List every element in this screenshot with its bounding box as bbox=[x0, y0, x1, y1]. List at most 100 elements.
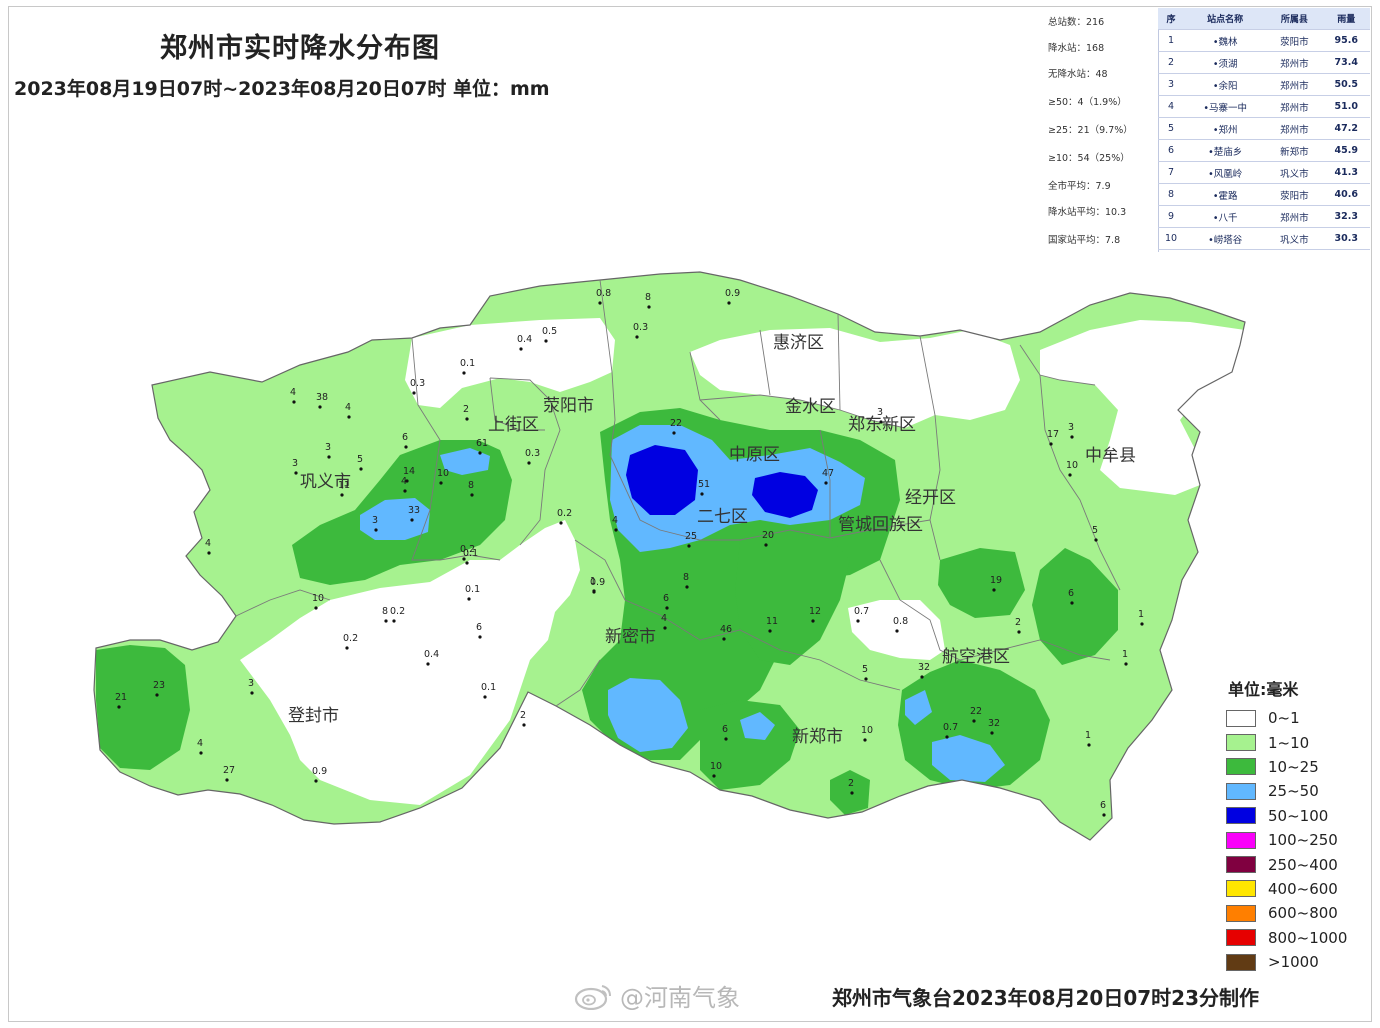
legend-item: 800~1000 bbox=[1222, 926, 1372, 950]
station-value: 0.7 bbox=[854, 606, 869, 617]
district-erqi: 二七区 bbox=[697, 507, 748, 527]
station-dot bbox=[412, 391, 416, 395]
station-dot bbox=[462, 371, 466, 375]
station-dot bbox=[462, 557, 466, 561]
station-dot bbox=[920, 675, 924, 679]
station-dot bbox=[712, 774, 716, 778]
station-value: 0.3 bbox=[525, 448, 540, 459]
station-value: 6 bbox=[663, 593, 669, 604]
station-dot bbox=[374, 528, 378, 532]
station-value: 0.1 bbox=[460, 358, 475, 369]
station-dot bbox=[1070, 435, 1074, 439]
station-value: 0.7 bbox=[943, 722, 958, 733]
station-dot bbox=[850, 791, 854, 795]
station-dot bbox=[972, 719, 976, 723]
station-value: 20 bbox=[762, 530, 774, 541]
station-value: 4 bbox=[290, 387, 296, 398]
district-zhongmou: 中牟县 bbox=[1085, 446, 1136, 466]
station-dot bbox=[990, 731, 994, 735]
station-dot bbox=[314, 606, 318, 610]
station-dot bbox=[663, 626, 667, 630]
station-value: 47 bbox=[822, 468, 834, 479]
station-value: 0.9 bbox=[725, 288, 740, 299]
station-value: 3 bbox=[248, 678, 254, 689]
station-dot bbox=[768, 629, 772, 633]
station-dot bbox=[478, 451, 482, 455]
station-value: 8 bbox=[468, 480, 474, 491]
legend-swatch bbox=[1226, 953, 1256, 971]
station-dot bbox=[863, 738, 867, 742]
station-dot bbox=[404, 445, 408, 449]
station-dot bbox=[384, 619, 388, 623]
station-dot bbox=[700, 492, 704, 496]
station-dot bbox=[225, 778, 229, 782]
station-dot bbox=[647, 305, 651, 309]
station-value: 0.4 bbox=[424, 649, 439, 660]
station-dot bbox=[403, 489, 407, 493]
station-value: 11 bbox=[338, 480, 350, 491]
station-dot bbox=[199, 751, 203, 755]
station-value: 4 bbox=[661, 613, 667, 624]
legend-swatch bbox=[1226, 782, 1256, 800]
station-dot bbox=[405, 479, 409, 483]
station-value: 25 bbox=[685, 531, 697, 542]
legend-label: 600~800 bbox=[1268, 904, 1338, 923]
station-dot bbox=[764, 543, 768, 547]
station-value: 8 bbox=[683, 572, 689, 583]
legend-swatch bbox=[1226, 734, 1256, 752]
station-value: 0.1 bbox=[481, 682, 496, 693]
station-value: 14 bbox=[403, 466, 415, 477]
station-value: 3 bbox=[1068, 422, 1074, 433]
station-value: 23 bbox=[153, 680, 165, 691]
station-value: 6 bbox=[1068, 588, 1074, 599]
station-value: 0.2 bbox=[557, 508, 572, 519]
station-value: 6 bbox=[476, 622, 482, 633]
station-dot bbox=[1087, 743, 1091, 747]
station-dot bbox=[824, 481, 828, 485]
district-xingyang: 荥阳市 bbox=[543, 396, 594, 416]
rainfall-map: 惠济区 金水区 郑东新区 中牟县 巩义市 上街区 荥阳市 中原区 二七区 管城回… bbox=[93, 271, 1246, 841]
station-dot bbox=[318, 405, 322, 409]
legend-item: 400~600 bbox=[1222, 877, 1372, 901]
district-zhongyuan: 中原区 bbox=[729, 445, 780, 465]
station-dot bbox=[559, 521, 563, 525]
station-dot bbox=[614, 528, 618, 532]
station-dot bbox=[359, 467, 363, 471]
legend-swatch bbox=[1226, 929, 1256, 947]
legend-label: 25~50 bbox=[1268, 782, 1319, 801]
station-value: 0.4 bbox=[517, 334, 532, 345]
legend-item: 100~250 bbox=[1222, 828, 1372, 852]
station-dot bbox=[439, 481, 443, 485]
district-hangkong: 航空港区 bbox=[942, 647, 1010, 667]
station-value: 61 bbox=[476, 438, 488, 449]
district-shangjie: 上街区 bbox=[488, 415, 539, 435]
station-value: 10 bbox=[437, 468, 449, 479]
station-value: 10 bbox=[861, 725, 873, 736]
station-dot bbox=[1070, 601, 1074, 605]
legend-swatch bbox=[1226, 758, 1256, 776]
station-dot bbox=[294, 471, 298, 475]
legend-label: 0~1 bbox=[1268, 709, 1300, 728]
station-value: 8 bbox=[645, 292, 651, 303]
station-dot bbox=[314, 779, 318, 783]
station-value: 5 bbox=[862, 664, 868, 675]
legend-swatch bbox=[1226, 709, 1256, 727]
station-dot bbox=[722, 637, 726, 641]
station-value: 3 bbox=[292, 458, 298, 469]
legend-label: 400~600 bbox=[1268, 879, 1338, 898]
station-dot bbox=[410, 518, 414, 522]
station-value: 46 bbox=[720, 624, 732, 635]
station-value: 1 bbox=[1085, 730, 1091, 741]
station-value: 32 bbox=[988, 718, 1000, 729]
station-value: 0.9 bbox=[312, 766, 327, 777]
station-value: 1 bbox=[1138, 609, 1144, 620]
station-value: 5 bbox=[1092, 525, 1098, 536]
legend-item: 50~100 bbox=[1222, 804, 1372, 828]
station-value: 4 bbox=[345, 402, 351, 413]
station-dot bbox=[478, 635, 482, 639]
footer-credit: 郑州市气象台2023年08月20日07时23分制作 bbox=[832, 986, 1259, 1010]
station-value: 6 bbox=[1100, 800, 1106, 811]
station-dot bbox=[687, 544, 691, 548]
station-value: 1 bbox=[590, 576, 596, 587]
station-value: 0.3 bbox=[410, 378, 425, 389]
